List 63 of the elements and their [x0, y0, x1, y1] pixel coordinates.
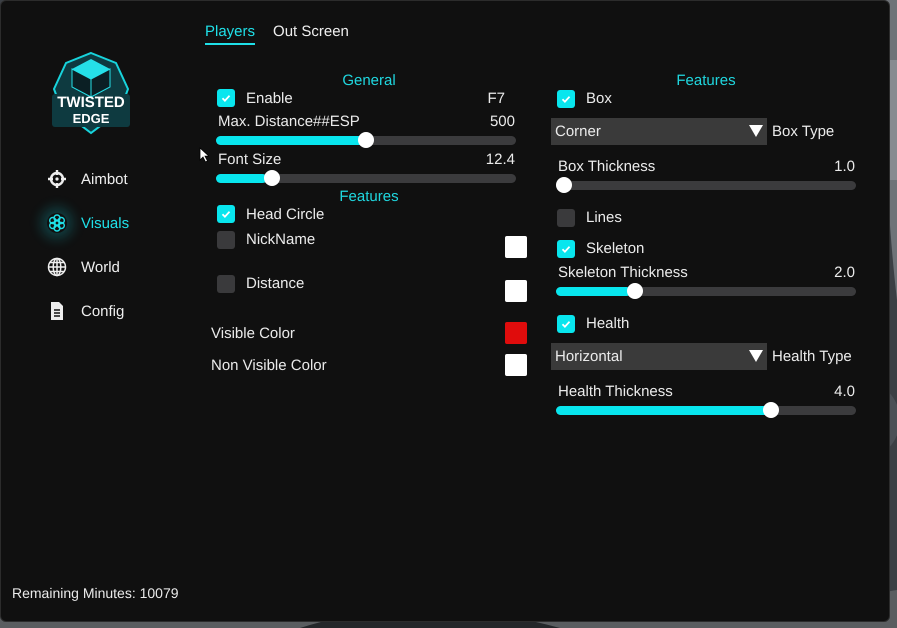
checkbox[interactable] — [557, 90, 575, 108]
section-heading: Features — [676, 73, 736, 89]
checkbox[interactable] — [557, 314, 575, 332]
slider-thumb[interactable] — [358, 132, 374, 148]
check-icon — [220, 92, 232, 104]
slider-fill — [216, 174, 267, 183]
globe-icon — [47, 257, 67, 277]
slider-thumb[interactable] — [763, 402, 780, 418]
slider-thumb[interactable] — [627, 283, 643, 299]
checkbox-label: Enable — [246, 90, 293, 106]
checkbox-label: Distance — [246, 275, 304, 292]
checkbox-label: Box — [586, 90, 612, 107]
dropdown-value: Horizontal — [555, 348, 623, 364]
caret-icon — [749, 125, 763, 137]
checkbox-label: Lines — [586, 209, 622, 226]
slider-label: Box Thickness — [558, 158, 656, 177]
slider-value: 500 — [490, 113, 515, 132]
checkbox[interactable] — [557, 208, 575, 226]
slider-value: 1.0 — [834, 158, 855, 177]
checkbox[interactable] — [557, 240, 575, 258]
crosshair-icon — [47, 169, 67, 189]
sidebar-item[interactable]: Aimbot — [47, 167, 128, 191]
color-swatch[interactable] — [505, 322, 527, 344]
color-swatch[interactable] — [505, 236, 527, 258]
slider-label: Health Thickness — [558, 383, 673, 402]
dropdown-label: Box Type — [772, 122, 834, 140]
slider-thumb[interactable] — [556, 177, 572, 193]
slider-value: 4.0 — [834, 383, 855, 402]
color-label: Visible Color — [211, 324, 295, 342]
status-text: Remaining Minutes: 10079 — [11, 585, 180, 603]
checkbox[interactable] — [217, 231, 235, 249]
checkbox-label: Health — [586, 315, 630, 332]
slider-label: Max. Distance##ESP — [218, 113, 360, 132]
checkbox-label: Head Circle — [246, 206, 324, 222]
color-swatch[interactable] — [505, 280, 527, 302]
color-swatch[interactable] — [505, 354, 527, 376]
slider-label: Font Size — [218, 151, 282, 170]
caret-icon — [749, 350, 763, 362]
section-heading: Features — [339, 189, 399, 205]
slider-value: 12.4 — [486, 151, 515, 170]
dropdown[interactable]: Horizontal — [551, 342, 767, 370]
dropdown-label: Health Type — [772, 348, 852, 364]
checkbox-label: Skeleton — [586, 240, 644, 257]
slider-value: 2.0 — [834, 264, 855, 283]
pointer-icon — [199, 147, 209, 163]
slider-thumb[interactable] — [264, 170, 280, 186]
sidebar-item[interactable]: Visuals — [47, 211, 130, 235]
sidebar-item[interactable]: World — [47, 255, 120, 279]
tab[interactable]: Players — [205, 23, 256, 45]
checkbox[interactable] — [217, 205, 235, 223]
checkbox[interactable] — [217, 275, 235, 293]
dropdown-value: Corner — [555, 122, 601, 140]
check-icon — [220, 208, 232, 220]
color-label: Non Visible Color — [211, 356, 327, 374]
section-heading: General — [342, 73, 396, 89]
dropdown[interactable]: Corner — [551, 118, 767, 144]
sidebar-item[interactable]: Config — [47, 299, 124, 323]
checkbox[interactable] — [217, 89, 235, 107]
checkbox-label: NickName — [246, 231, 316, 248]
slider-label: Skeleton Thickness — [558, 264, 688, 283]
hotkey-label: F7 — [487, 90, 505, 106]
flower-icon — [47, 213, 67, 233]
tab[interactable]: Out Screen — [273, 23, 349, 45]
